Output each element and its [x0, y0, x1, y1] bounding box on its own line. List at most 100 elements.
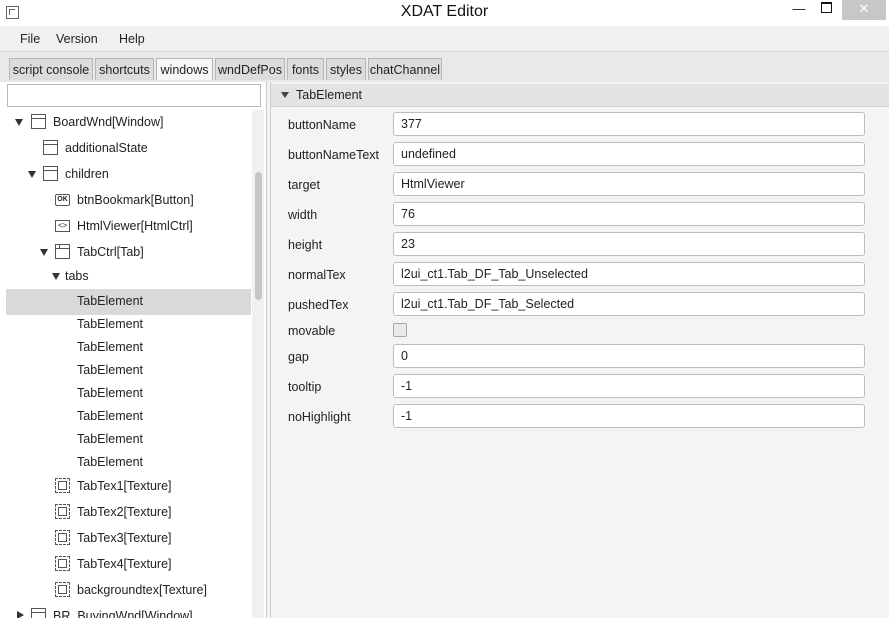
prop-label-width: width [288, 208, 318, 222]
tooltip-field[interactable]: -1 [393, 374, 865, 398]
buttonname-field[interactable]: 377 [393, 112, 865, 136]
tree-item-label: TabTex2[Texture] [77, 505, 172, 519]
tree-item-label: TabElement [77, 386, 144, 400]
target-field[interactable]: HtmlViewer [393, 172, 865, 196]
tree-item[interactable]: TabTex2[Texture] [6, 504, 251, 526]
close-button[interactable]: ✕ [842, 0, 886, 20]
prop-label-normaltex: normalTex [288, 268, 346, 282]
window-title: XDAT Editor [400, 3, 489, 20]
tree-item-label: backgroundtex[Texture] [77, 583, 207, 597]
tree-item-label: TabElement [77, 317, 144, 331]
tree-item[interactable]: <> HtmlViewer[HtmlCtrl] [6, 218, 251, 240]
menu-help[interactable]: Help [119, 32, 145, 46]
texture-icon [55, 504, 70, 519]
prop-label-buttonnametext: buttonNameText [288, 148, 380, 162]
tree-item-label: TabTex3[Texture] [77, 531, 172, 545]
tree-item[interactable]: additionalState [6, 140, 251, 162]
expand-arrow-icon[interactable] [40, 249, 48, 256]
tree-item[interactable]: TabTex3[Texture] [6, 530, 251, 552]
tab-windows[interactable]: windows [156, 58, 213, 80]
normaltex-field[interactable]: l2ui_ct1.Tab_DF_Tab_Unselected [393, 262, 865, 286]
tree-item[interactable]: backgroundtex[Texture] [6, 582, 251, 604]
maximize-icon [820, 2, 832, 13]
prop-label-nohighlight: noHighlight [288, 410, 351, 424]
tree-item-label: btnBookmark[Button] [77, 193, 194, 207]
tree-item-label: BR_BuyingWnd[Window] [53, 609, 193, 618]
scrollbar-thumb[interactable] [255, 172, 262, 300]
tree-item[interactable]: TabElement [6, 316, 251, 338]
tree-item[interactable]: TabCtrl[Tab] [6, 244, 251, 266]
expand-arrow-icon[interactable] [28, 171, 36, 178]
tree-item[interactable]: TabElement [6, 431, 251, 453]
movable-checkbox[interactable] [393, 323, 407, 337]
prop-label-target: target [288, 178, 320, 192]
tree-item[interactable]: TabTex4[Texture] [6, 556, 251, 578]
tree-item-label: BoardWnd[Window] [53, 115, 164, 129]
menu-version[interactable]: Version [56, 32, 98, 46]
tree-item-label: children [65, 167, 109, 181]
prop-label-movable: movable [288, 324, 336, 338]
tab-wnddefpos[interactable]: wndDefPos [215, 58, 285, 80]
html-icon: <> [55, 220, 70, 232]
tree-item-label: HtmlViewer[HtmlCtrl] [77, 219, 193, 233]
collapse-arrow-icon[interactable] [17, 611, 24, 618]
nohighlight-field[interactable]: -1 [393, 404, 865, 428]
window-icon [43, 140, 58, 155]
texture-icon [55, 478, 70, 493]
tree-item-label: TabElement [77, 294, 144, 308]
maximize-button[interactable] [813, 0, 839, 20]
prop-label-height: height [288, 238, 323, 252]
tree-item[interactable]: TabElement [6, 385, 251, 407]
tree-search-input[interactable] [7, 84, 261, 107]
tree-pane: BoardWnd[Window] additionalState childre… [0, 82, 267, 618]
tree-item[interactable]: TabTex1[Texture] [6, 478, 251, 500]
tree-item[interactable]: OK btnBookmark[Button] [6, 192, 251, 214]
tab-chatchannel[interactable]: chatChannel [368, 58, 442, 80]
title-bar: XDAT Editor — ✕ [0, 0, 889, 26]
section-title: TabElement [296, 88, 363, 102]
minimize-button[interactable]: — [786, 0, 812, 20]
tree-item-label: TabTex1[Texture] [77, 479, 172, 493]
tree-scrollbar[interactable] [252, 110, 264, 618]
tree-item-label: additionalState [65, 141, 148, 155]
tree-item[interactable]: TabElement [6, 362, 251, 384]
window-icon [43, 166, 58, 181]
tab-styles[interactable]: styles [326, 58, 366, 80]
tab-script-console[interactable]: script console [9, 58, 93, 80]
window-icon [31, 114, 46, 129]
window-tree: BoardWnd[Window] additionalState childre… [6, 110, 251, 618]
tree-item-label: TabElement [77, 409, 144, 423]
tab-fonts[interactable]: fonts [287, 58, 324, 80]
menu-bar: File Version Help [0, 27, 889, 52]
expand-arrow-icon[interactable] [52, 273, 60, 280]
tree-item-label: TabTex4[Texture] [77, 557, 172, 571]
menu-file[interactable]: File [20, 32, 40, 46]
tree-item-label: TabElement [77, 432, 144, 446]
collapse-arrow-icon[interactable] [281, 92, 289, 98]
tree-item[interactable]: BR_BuyingWnd[Window] [6, 608, 251, 618]
prop-label-buttonname: buttonName [288, 118, 357, 132]
tab-bar: script console shortcuts windows wndDefP… [0, 52, 889, 82]
prop-label-tooltip: tooltip [288, 380, 322, 394]
tree-item[interactable]: children [6, 166, 251, 188]
tab-shortcuts[interactable]: shortcuts [95, 58, 154, 80]
tree-item-label: tabs [65, 269, 89, 283]
tree-item-selected[interactable]: TabElement [6, 289, 251, 315]
height-field[interactable]: 23 [393, 232, 865, 256]
tree-item[interactable]: tabs [6, 268, 251, 290]
texture-icon [55, 556, 70, 571]
tree-item[interactable]: TabElement [6, 339, 251, 361]
expand-arrow-icon[interactable] [15, 119, 23, 126]
section-header[interactable]: TabElement [271, 84, 889, 107]
tree-item[interactable]: TabElement [6, 408, 251, 430]
texture-icon [55, 530, 70, 545]
width-field[interactable]: 76 [393, 202, 865, 226]
tree-item[interactable]: TabElement [6, 454, 251, 476]
pushedtex-field[interactable]: l2ui_ct1.Tab_DF_Tab_Selected [393, 292, 865, 316]
tree-item[interactable]: BoardWnd[Window] [6, 114, 251, 136]
window-icon [31, 608, 46, 618]
buttonnametext-field[interactable]: undefined [393, 142, 865, 166]
properties-pane: TabElement buttonName 377 buttonNameText… [270, 82, 889, 618]
gap-field[interactable]: 0 [393, 344, 865, 368]
tab-icon [55, 244, 70, 259]
